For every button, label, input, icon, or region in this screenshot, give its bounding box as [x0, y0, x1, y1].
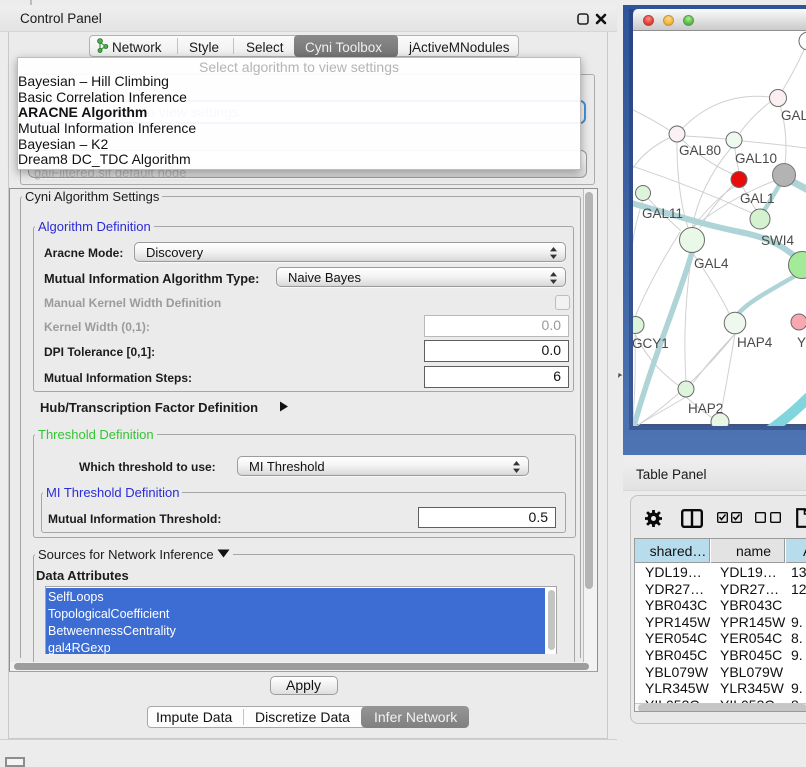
svg-text:GCY1: GCY1	[633, 336, 669, 351]
svg-text:GAL4: GAL4	[694, 256, 729, 271]
svg-text:GAL1: GAL1	[740, 191, 775, 206]
svg-text:GAL11: GAL11	[642, 206, 683, 221]
svg-text:GAL10: GAL10	[735, 151, 777, 166]
svg-text:GAL80: GAL80	[679, 143, 721, 158]
svg-text:HAP2: HAP2	[688, 401, 723, 416]
svg-text:Y: Y	[797, 335, 806, 350]
svg-text:SWI4: SWI4	[761, 233, 794, 248]
svg-text:HAP4: HAP4	[737, 335, 773, 350]
svg-text:GAL: GAL	[781, 108, 806, 123]
